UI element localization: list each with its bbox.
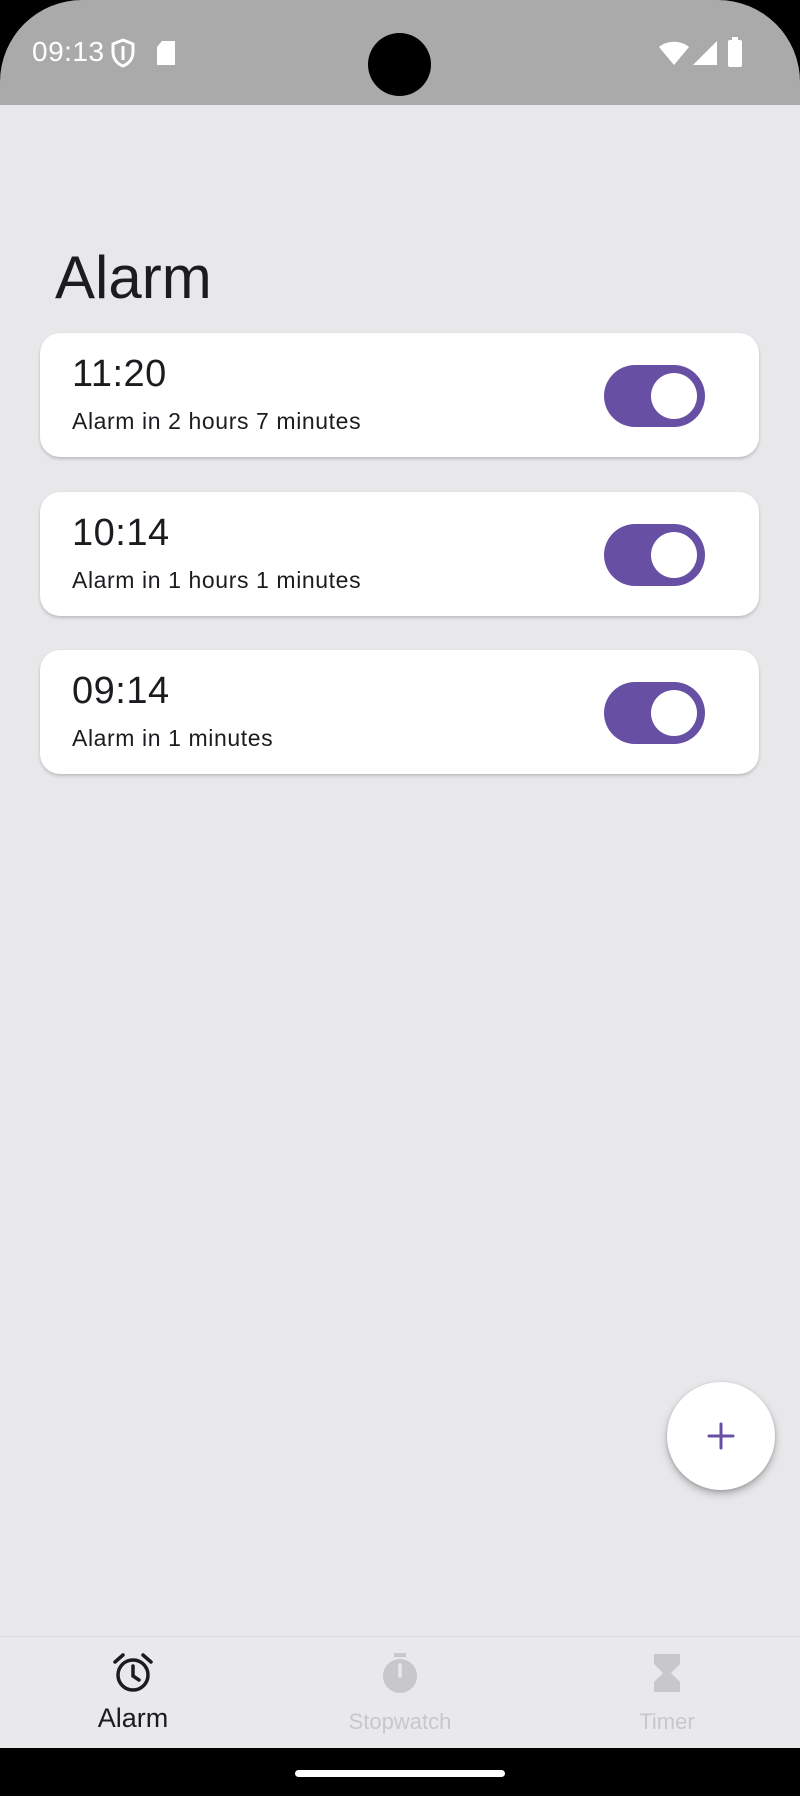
alarm-toggle[interactable] — [604, 365, 705, 427]
shield-icon — [110, 38, 136, 73]
alarm-card[interactable]: 09:14 Alarm in 1 minutes — [40, 650, 759, 774]
nav-label-stopwatch: Stopwatch — [348, 1709, 452, 1734]
alarm-toggle[interactable] — [604, 524, 705, 586]
stopwatch-icon — [378, 1651, 422, 1700]
alarm-card[interactable]: 10:14 Alarm in 1 hours 1 minutes — [40, 492, 759, 616]
nav-item-stopwatch[interactable]: Stopwatch — [267, 1637, 533, 1749]
sd-card-icon — [155, 40, 177, 71]
status-time: 09:13 — [32, 36, 105, 67]
alarm-countdown: Alarm in 2 hours 7 minutes — [72, 408, 362, 434]
alarm-toggle[interactable] — [604, 682, 705, 744]
phone-frame: 09:13 Alarm 11:20 Alarm in 2 hours 7 min… — [0, 0, 800, 1796]
add-alarm-button[interactable] — [667, 1382, 775, 1490]
status-bar: 09:13 — [0, 0, 800, 105]
toggle-knob — [651, 532, 697, 578]
plus-icon — [707, 1422, 735, 1455]
alarm-time: 10:14 — [72, 512, 170, 554]
nav-label-timer: Timer — [639, 1709, 695, 1734]
alarm-time: 09:14 — [72, 670, 170, 712]
battery-icon — [727, 37, 743, 72]
alarm-time: 11:20 — [72, 353, 167, 395]
front-camera — [368, 33, 431, 96]
bottom-navigation: Alarm Stopwatch Timer — [0, 1636, 800, 1748]
alarm-card[interactable]: 11:20 Alarm in 2 hours 7 minutes — [40, 333, 759, 457]
alarm-countdown: Alarm in 1 minutes — [72, 725, 274, 751]
alarm-countdown: Alarm in 1 hours 1 minutes — [72, 567, 362, 593]
nav-item-alarm[interactable]: Alarm — [0, 1637, 266, 1749]
toggle-knob — [651, 690, 697, 736]
toggle-knob — [651, 373, 697, 419]
wifi-icon — [658, 40, 690, 71]
home-indicator[interactable] — [295, 1770, 505, 1777]
nav-label-alarm: Alarm — [97, 1703, 169, 1733]
nav-item-timer[interactable]: Timer — [534, 1637, 800, 1749]
page-title: Alarm — [55, 244, 212, 311]
hourglass-icon — [645, 1651, 689, 1700]
alarm-clock-icon — [111, 1651, 155, 1700]
signal-icon — [692, 40, 718, 71]
